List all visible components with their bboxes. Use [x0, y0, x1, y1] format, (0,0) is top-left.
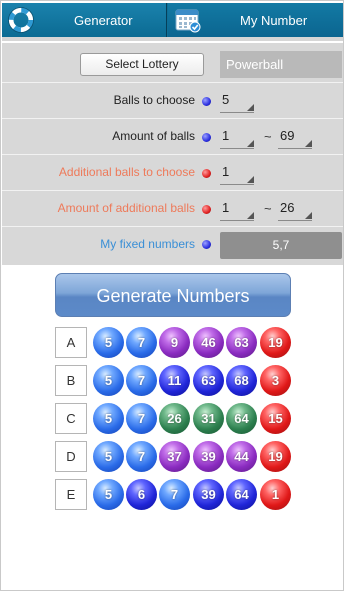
result-row-e: E 5 6 7 39 64 1: [55, 479, 295, 511]
lottery-ball: 63: [226, 327, 257, 358]
calendar-icon: [175, 9, 201, 33]
result-row-b: B 5 7 11 63 68 3: [55, 365, 295, 397]
lottery-ball: 37: [159, 441, 190, 472]
amount-of-balls-max-spinner[interactable]: 69: [278, 127, 312, 149]
result-row-letter: B: [55, 365, 87, 396]
balls-to-choose-row: Balls to choose 5: [2, 83, 343, 119]
lottery-row: Select Lottery Powerball: [2, 43, 343, 83]
red-ball-icon: [202, 205, 211, 214]
amount-of-balls-min-spinner[interactable]: 1: [220, 127, 254, 149]
lottery-ball: 26: [159, 403, 190, 434]
additional-balls-value: 1: [222, 164, 230, 179]
lottery-ball: 44: [226, 441, 257, 472]
spinner-corner-icon: [247, 176, 254, 183]
spinner-corner-icon: [247, 104, 254, 111]
amount-of-additional-balls-label: Amount of additional balls: [57, 201, 195, 215]
lottery-ball: 39: [193, 479, 224, 510]
lottery-ball: 7: [126, 403, 157, 434]
lottery-ball: 63: [193, 365, 224, 396]
tab-my-number-label: My Number: [240, 13, 308, 28]
lottery-ball: 6: [126, 479, 157, 510]
amount-of-balls-row: Amount of balls 1 ~ 69: [2, 119, 343, 155]
amount-of-additional-balls-min-spinner[interactable]: 1: [220, 199, 254, 221]
lottery-ball: 7: [159, 479, 190, 510]
lottery-ball: 5: [93, 479, 124, 510]
result-row-d: D 5 7 37 39 44 19: [55, 441, 295, 473]
app-frame: Generator My Number Select Lottery Power…: [0, 0, 344, 591]
amount-of-additional-balls-row: Amount of additional balls 1 ~ 26: [2, 191, 343, 227]
range-separator: ~: [264, 129, 272, 144]
blue-ball-icon: [202, 240, 211, 249]
spinner-corner-icon: [247, 212, 254, 219]
fixed-numbers-row: My fixed numbers 5,7: [2, 227, 343, 265]
balls-to-choose-spinner[interactable]: 5: [220, 91, 254, 113]
bonus-ball: 19: [260, 441, 291, 472]
bonus-ball: 1: [260, 479, 291, 510]
additional-balls-label: Additional balls to choose: [58, 165, 195, 179]
result-row-letter: C: [55, 403, 87, 434]
bonus-ball: 19: [260, 327, 291, 358]
lottery-ball: 68: [226, 365, 257, 396]
fixed-numbers-field[interactable]: 5,7: [220, 232, 342, 259]
lifebuoy-icon: [8, 7, 34, 33]
tab-my-number[interactable]: My Number: [168, 3, 343, 37]
result-row-letter: A: [55, 327, 87, 358]
tab-bar: Generator My Number: [2, 3, 343, 37]
amount-of-additional-balls-max-spinner[interactable]: 26: [278, 199, 312, 221]
result-row-c: C 5 7 26 31 64 15: [55, 403, 295, 435]
blue-ball-icon: [202, 97, 211, 106]
balls-to-choose-label: Balls to choose: [113, 93, 195, 107]
range-separator: ~: [264, 201, 272, 216]
lottery-ball: 64: [226, 403, 257, 434]
lottery-ball: 5: [93, 441, 124, 472]
additional-balls-spinner[interactable]: 1: [220, 163, 254, 185]
result-row-letter: D: [55, 441, 87, 472]
spinner-corner-icon: [247, 140, 254, 147]
lottery-ball: 5: [93, 327, 124, 358]
lottery-ball: 39: [193, 441, 224, 472]
lottery-ball: 64: [226, 479, 257, 510]
spinner-corner-icon: [305, 212, 312, 219]
lottery-ball: 11: [159, 365, 190, 396]
lottery-ball: 31: [193, 403, 224, 434]
lottery-ball: 5: [93, 365, 124, 396]
result-row-a: A 5 7 9 46 63 19: [55, 327, 295, 359]
tab-generator-label: Generator: [74, 13, 133, 28]
spinner-corner-icon: [305, 140, 312, 147]
lottery-ball: 46: [193, 327, 224, 358]
balls-to-choose-value: 5: [222, 92, 230, 107]
amount-of-balls-label: Amount of balls: [112, 129, 195, 143]
select-lottery-button[interactable]: Select Lottery: [80, 53, 204, 76]
amount-of-balls-min: 1: [222, 128, 230, 143]
lottery-name-field: Powerball: [220, 51, 342, 78]
lottery-ball: 9: [159, 327, 190, 358]
lottery-ball: 7: [126, 327, 157, 358]
amount-of-additional-balls-min: 1: [222, 200, 230, 215]
amount-of-additional-balls-max: 26: [280, 200, 295, 215]
bonus-ball: 15: [260, 403, 291, 434]
red-ball-icon: [202, 169, 211, 178]
lottery-ball: 7: [126, 365, 157, 396]
tab-underline: [2, 37, 343, 41]
settings-panel: Select Lottery Powerball Balls to choose…: [2, 43, 343, 265]
amount-of-balls-max: 69: [280, 128, 295, 143]
fixed-numbers-label: My fixed numbers: [100, 237, 195, 251]
result-row-letter: E: [55, 479, 87, 510]
tab-generator[interactable]: Generator: [2, 3, 167, 37]
lottery-ball: 5: [93, 403, 124, 434]
bonus-ball: 3: [260, 365, 291, 396]
lottery-ball: 7: [126, 441, 157, 472]
generate-numbers-button[interactable]: Generate Numbers: [55, 273, 291, 317]
blue-ball-icon: [202, 133, 211, 142]
additional-balls-row: Additional balls to choose 1: [2, 155, 343, 191]
